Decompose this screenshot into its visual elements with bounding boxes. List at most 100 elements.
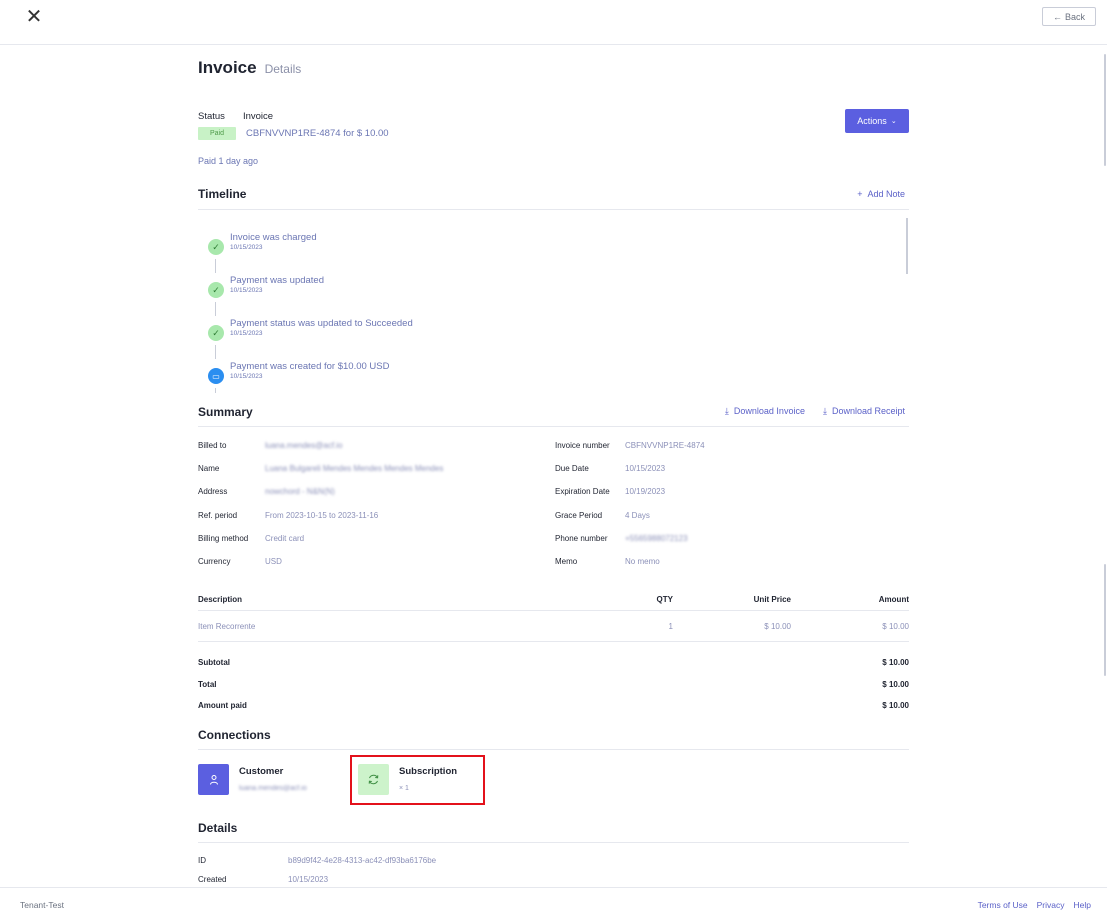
details-key: ID — [198, 856, 206, 865]
privacy-link[interactable]: Privacy — [1037, 900, 1065, 910]
timeline-connector — [215, 259, 216, 273]
summary-value: luana.mendes@acf.io — [265, 441, 343, 450]
customer-connection-card[interactable]: Customer luana.mendes@acf.io — [198, 764, 307, 795]
arrow-left-icon: ← — [1052, 11, 1062, 22]
timeline-connector — [215, 302, 216, 316]
timeline-connector — [215, 388, 216, 393]
timeline-title: Timeline — [198, 187, 247, 201]
summary-key: Invoice number — [555, 441, 610, 450]
top-bar: ✕ ← Back — [0, 0, 1107, 45]
download-invoice-label: Download Invoice — [733, 406, 805, 416]
summary-currency: Currency USD — [198, 557, 282, 566]
col-unit-price: Unit Price — [753, 594, 791, 604]
paid-ago-text: Paid 1 day ago — [198, 156, 259, 166]
summary-invoice-number: Invoice number CBFNVVNP1RE-4874 — [555, 441, 705, 450]
timeline-item-date: 10/15/2023 — [230, 330, 263, 337]
row-qty: 1 — [668, 621, 673, 631]
summary-download-links: ⤓ Download Invoice ⤓ Download Receipt — [725, 406, 905, 417]
invoice-reference: CBFNVVNP1RE-4874 for $ 10.00 — [246, 128, 389, 139]
page-scrollbar[interactable] — [1101, 46, 1107, 887]
download-receipt-link[interactable]: ⤓ Download Receipt — [823, 406, 905, 417]
timeline-item-date: 10/15/2023 — [230, 244, 263, 251]
table-row: Item Recorrente 1 $ 10.00 $ 10.00 — [198, 611, 909, 642]
user-icon — [198, 764, 229, 795]
download-invoice-link[interactable]: ⤓ Download Invoice — [725, 406, 805, 417]
details-divider — [198, 842, 909, 843]
details-key: Created — [198, 875, 227, 884]
summary-value: 4 Days — [625, 511, 650, 520]
summary-key: Billed to — [198, 441, 227, 450]
timeline-list[interactable]: ✓ Invoice was charged 10/15/2023 ✓ Payme… — [208, 218, 908, 393]
check-icon: ✓ — [208, 239, 224, 255]
summary-value: USD — [265, 557, 282, 566]
total-label: Subtotal — [198, 658, 230, 668]
summary-value: From 2023-10-15 to 2023-11-16 — [265, 511, 379, 520]
total-value: $ 10.00 — [882, 658, 909, 668]
summary-key: Memo — [555, 557, 578, 566]
timeline-item: ▭ Payment was created for $10.00 USD 10/… — [208, 361, 389, 384]
timeline-item-title: Invoice was charged — [230, 232, 317, 243]
timeline-item: ✓ Invoice was charged 10/15/2023 — [208, 232, 317, 255]
totals-block: Subtotal $ 10.00 Total $ 10.00 Amount paid… — [198, 652, 909, 717]
total-value: $ 10.00 — [882, 679, 909, 689]
back-button[interactable]: ← Back — [1042, 7, 1096, 26]
timeline-scrollbar[interactable] — [906, 218, 908, 274]
summary-value: +5565988072123 — [625, 534, 688, 543]
summary-value: 10/15/2023 — [625, 464, 666, 473]
col-amount: Amount — [878, 594, 909, 604]
timeline-item: ✓ Payment status was updated to Succeede… — [208, 318, 413, 341]
summary-key: Grace Period — [555, 511, 603, 520]
page-title-main: Invoice — [198, 58, 257, 77]
terms-link[interactable]: Terms of Use — [978, 900, 1028, 910]
page-scrollbar-thumb-lower[interactable] — [1104, 564, 1106, 676]
details-value: 10/15/2023 — [288, 875, 329, 884]
summary-memo: Memo No memo — [555, 557, 660, 566]
total-label: Amount paid — [198, 701, 247, 711]
col-qty: QTY — [656, 594, 673, 604]
close-icon[interactable]: ✕ — [24, 7, 44, 27]
amount-paid-row: Amount paid $ 10.00 — [198, 695, 909, 717]
add-note-label: Add Note — [867, 189, 905, 199]
actions-label: Actions — [857, 116, 887, 126]
details-value: b89d9f42-4e28-4313-ac42-df93ba6176be — [288, 856, 437, 865]
plus-icon: + — [857, 189, 863, 199]
summary-key: Currency — [198, 557, 231, 566]
total-row: Total $ 10.00 — [198, 674, 909, 696]
download-icon: ⤓ — [724, 406, 729, 416]
timeline-item-date: 10/15/2023 — [230, 373, 263, 380]
summary-value: nowchord - N&N(N) — [265, 487, 335, 496]
summary-key: Expiration Date — [555, 487, 610, 496]
summary-address: Address nowchord - N&N(N) — [198, 487, 335, 496]
timeline-item-title: Payment was created for $10.00 USD — [230, 361, 390, 372]
actions-button[interactable]: Actions ⌄ — [845, 109, 909, 133]
table-header: Description QTY Unit Price Amount — [198, 588, 909, 611]
summary-value: Luana Bulgareli Mendes Mendes Mendes Men… — [265, 464, 444, 473]
summary-ref-period: Ref. period From 2023-10-15 to 2023-11-16 — [198, 511, 378, 520]
summary-title: Summary — [198, 405, 253, 419]
summary-grace-period: Grace Period 4 Days — [555, 511, 650, 520]
download-receipt-label: Download Receipt — [831, 406, 905, 416]
download-icon: ⤓ — [822, 406, 827, 416]
subtotal-row: Subtotal $ 10.00 — [198, 652, 909, 674]
add-note-button[interactable]: + Add Note — [857, 189, 905, 199]
row-amount: $ 10.00 — [882, 621, 909, 631]
footer-links: Terms of Use Privacy Help — [978, 900, 1091, 910]
details-title: Details — [198, 821, 238, 835]
page-scrollbar-thumb[interactable] — [1104, 54, 1106, 166]
timeline-item-title: Payment was updated — [230, 275, 325, 286]
highlight-box — [350, 755, 485, 805]
customer-title: Customer — [239, 766, 284, 777]
main-scroll-area[interactable]: Invoice Details Status Invoice Paid CBFN… — [0, 46, 1107, 887]
timeline-divider — [198, 209, 909, 210]
connections-divider — [198, 749, 909, 750]
summary-expiration-date: Expiration Date 10/19/2023 — [555, 487, 665, 496]
total-label: Total — [198, 679, 217, 689]
back-label: Back — [1064, 11, 1085, 22]
invoice-label: Invoice — [242, 111, 274, 122]
line-items-table: Description QTY Unit Price Amount Item R… — [198, 588, 909, 642]
credit-card-icon: ▭ — [208, 368, 224, 384]
help-link[interactable]: Help — [1074, 900, 1091, 910]
timeline-item: ✓ Payment was updated 10/15/2023 — [208, 275, 324, 298]
summary-key: Due Date — [555, 464, 589, 473]
summary-value: CBFNVVNP1RE-4874 — [625, 441, 705, 450]
